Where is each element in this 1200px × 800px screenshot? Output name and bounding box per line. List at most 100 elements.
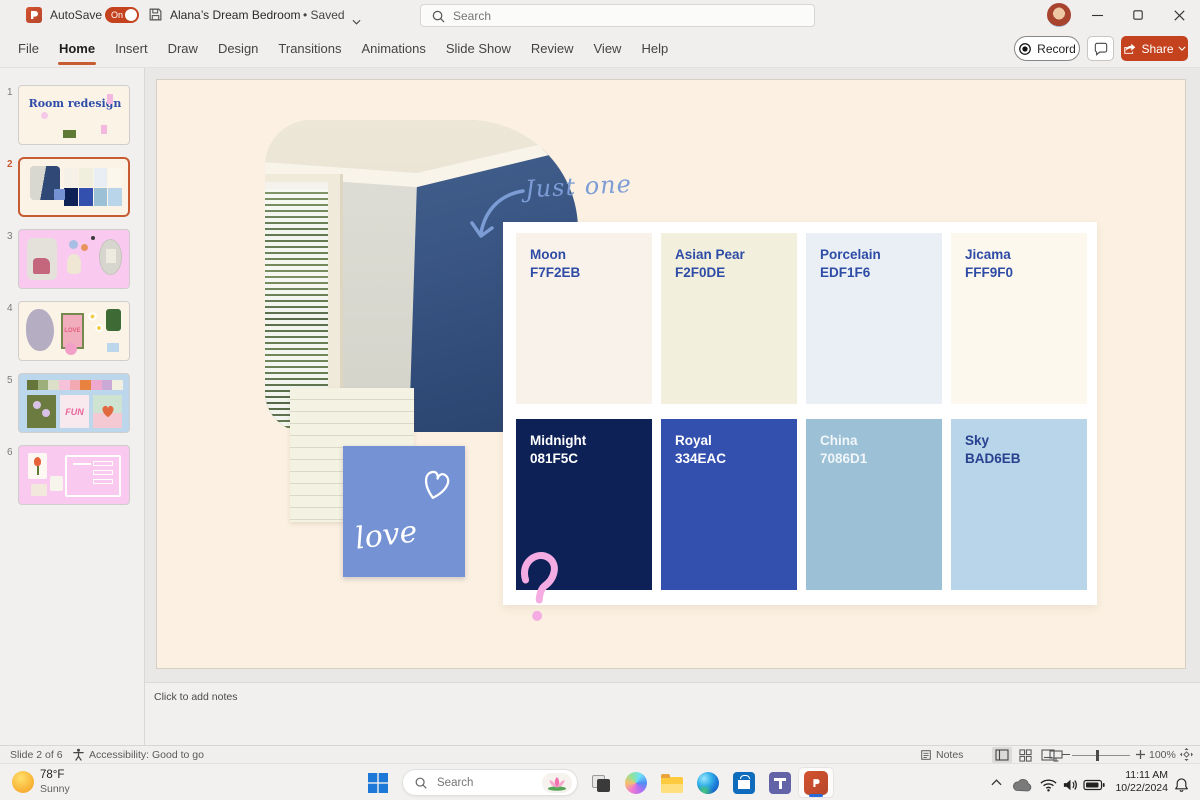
start-button[interactable] (366, 771, 390, 795)
zoom-in-button[interactable] (1136, 750, 1145, 762)
accessibility-status[interactable]: Accessibility: Good to go (89, 749, 204, 761)
onedrive-cloud-icon (1010, 777, 1034, 793)
love-sticky-note[interactable]: love (343, 446, 465, 577)
swatch-name: Jicama (965, 246, 1073, 264)
status-bar: Slide 2 of 6 Accessibility: Good to go N… (0, 745, 1200, 763)
tab-design[interactable]: Design (208, 30, 268, 68)
color-swatch-royal[interactable]: Royal 334EAC (661, 419, 797, 590)
wifi-tray-button[interactable] (1038, 773, 1058, 797)
system-clock[interactable]: 11:11 AM 10/22/2024 (1104, 769, 1168, 795)
slide-thumbnail-6[interactable] (18, 445, 130, 505)
tab-home[interactable]: Home (49, 30, 105, 68)
microsoft-store-button[interactable] (732, 771, 756, 795)
curved-arrow-icon[interactable] (467, 183, 527, 251)
color-swatch-jicama[interactable]: Jicama FFF9F0 (951, 233, 1087, 404)
thumb1-title: Room redesign (19, 98, 130, 110)
normal-view-icon (995, 749, 1009, 761)
slide-thumbnail-3[interactable] (18, 229, 130, 289)
question-mark-doodle[interactable] (512, 548, 567, 629)
save-icon[interactable] (148, 7, 163, 27)
autosave-toggle[interactable]: On (105, 7, 139, 23)
main-area: 1 Room redesign 2 3 (0, 68, 1200, 745)
fit-slide-icon (1180, 748, 1193, 761)
fit-slide-button[interactable] (1180, 748, 1193, 764)
comment-icon (1093, 42, 1109, 56)
tab-view[interactable]: View (584, 30, 632, 68)
tab-file[interactable]: File (8, 30, 49, 68)
powerpoint-taskbar-button[interactable] (798, 767, 834, 798)
edge-icon (697, 772, 719, 794)
swatch-code: F2F0DE (675, 264, 783, 282)
thumb-art (27, 238, 57, 280)
swatch-name: Midnight (530, 432, 638, 450)
color-swatch-china[interactable]: China 7086D1 (806, 419, 942, 590)
zoom-level[interactable]: 100% (1149, 749, 1176, 761)
weather-condition[interactable]: Sunny (40, 783, 70, 795)
minimize-button[interactable] (1077, 0, 1117, 30)
slide-thumbnail-4[interactable]: LOVE (18, 301, 130, 361)
powerpoint-icon[interactable] (26, 7, 42, 23)
thumb-art (106, 309, 121, 331)
weather-sun-icon[interactable] (12, 771, 34, 793)
color-swatch-porcelain[interactable]: Porcelain EDF1F6 (806, 233, 942, 404)
slide-number: 3 (7, 231, 17, 242)
taskbar-search-input[interactable] (435, 773, 540, 793)
tab-insert[interactable]: Insert (105, 30, 158, 68)
comments-button[interactable] (1087, 36, 1114, 61)
zoom-slider-track[interactable] (1072, 755, 1130, 756)
slide-thumbnail-2[interactable] (18, 157, 130, 217)
tab-review[interactable]: Review (521, 30, 584, 68)
record-button[interactable]: Record (1014, 36, 1080, 61)
color-swatch-sky[interactable]: Sky BAD6EB (951, 419, 1087, 590)
color-swatch-moon[interactable]: Moon F7F2EB (516, 233, 652, 404)
edge-button[interactable] (696, 771, 720, 795)
swatch-name: Porcelain (820, 246, 928, 264)
normal-view-button[interactable] (992, 747, 1012, 763)
taskbar-search-box[interactable] (402, 769, 578, 796)
notes-pane[interactable]: Click to add notes (145, 682, 1200, 745)
powerpoint-window: AutoSave On Alana’s Dream Bedroom • Save… (0, 0, 1200, 800)
saved-status[interactable]: • Saved (303, 8, 345, 22)
notes-toggle[interactable]: Notes (936, 749, 963, 761)
color-swatch-asian-pear[interactable]: Asian Pear F2F0DE (661, 233, 797, 404)
volume-tray-button[interactable] (1060, 773, 1080, 797)
record-icon (1018, 42, 1032, 56)
tab-help[interactable]: Help (631, 30, 678, 68)
tab-transitions[interactable]: Transitions (268, 30, 351, 68)
tab-slideshow[interactable]: Slide Show (436, 30, 521, 68)
file-explorer-button[interactable] (660, 771, 684, 795)
tab-animations[interactable]: Animations (352, 30, 436, 68)
task-view-button[interactable] (588, 771, 612, 795)
just-one-annotation[interactable]: Just one (524, 169, 655, 204)
swatch-name: China (820, 432, 928, 450)
share-button[interactable]: Share (1121, 36, 1188, 61)
tab-draw[interactable]: Draw (158, 30, 208, 68)
chevron-up-icon (991, 779, 1002, 786)
palette-board[interactable]: Moon F7F2EB Asian Pear F2F0DE Porcelain … (503, 222, 1097, 605)
user-avatar[interactable] (1047, 3, 1071, 27)
hidden-icons-chevron[interactable] (988, 774, 1004, 790)
weather-temperature[interactable]: 78°F (40, 769, 64, 781)
zoom-slider-handle[interactable] (1096, 750, 1099, 761)
slide-number: 5 (7, 375, 17, 386)
slide-canvas[interactable]: Moon F7F2EB Asian Pear F2F0DE Porcelain … (157, 80, 1185, 668)
app-search-box[interactable] (420, 4, 815, 27)
slide-thumbnail-5[interactable]: FUN (18, 373, 130, 433)
battery-tray-button[interactable] (1082, 773, 1106, 797)
teams-button[interactable] (768, 771, 792, 795)
notifications-button[interactable] (1172, 773, 1190, 797)
chevron-down-icon[interactable] (352, 12, 361, 30)
zoom-out-button[interactable] (1062, 754, 1070, 755)
slide-editor-area: Moon F7F2EB Asian Pear F2F0DE Porcelain … (145, 68, 1200, 682)
document-title[interactable]: Alana’s Dream Bedroom (170, 8, 301, 22)
thumb-art (50, 476, 63, 491)
slide-thumbnail-1[interactable]: Room redesign (18, 85, 130, 145)
slide-sorter-icon (1019, 749, 1032, 762)
slide-sorter-view-button[interactable] (1015, 747, 1035, 763)
close-button[interactable] (1159, 0, 1199, 30)
thumb-art (28, 453, 47, 479)
maximize-button[interactable] (1118, 0, 1158, 30)
search-input[interactable] (451, 6, 791, 25)
copilot-button[interactable] (624, 771, 648, 795)
onedrive-tray-button[interactable] (1010, 773, 1034, 797)
